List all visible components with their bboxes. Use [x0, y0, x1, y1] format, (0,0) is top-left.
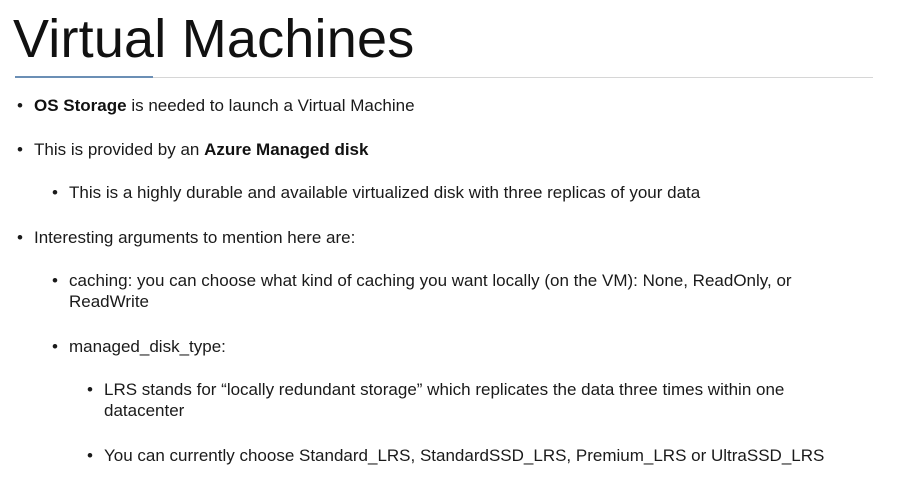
bullet-marker: •	[17, 96, 23, 115]
bullet-disk-options: You can currently choose Standard_LRS, S…	[104, 446, 825, 465]
bullet-managed-disk: This is provided by an Azure Managed dis…	[34, 139, 368, 160]
bullet-marker: •	[52, 337, 58, 356]
title-divider-accent	[15, 76, 153, 78]
bullet-marker: •	[87, 380, 93, 399]
bullet-caching-line2: ReadWrite	[69, 292, 149, 311]
bullet-caching-line1: caching: you can choose what kind of cac…	[69, 271, 792, 290]
bullet-text: is needed to launch a Virtual Machine	[126, 96, 415, 115]
bold-term: OS Storage	[34, 96, 127, 115]
bullet-managed-disk-type: managed_disk_type:	[69, 337, 226, 356]
bullet-lrs-line1: LRS stands for “locally redundant storag…	[104, 380, 785, 399]
bullet-interesting-args: Interesting arguments to mention here ar…	[34, 228, 356, 247]
bullet-text: This is provided by an	[34, 140, 205, 159]
bullet-durable-disk: This is a highly durable and available v…	[69, 183, 701, 202]
bullet-marker: •	[87, 446, 93, 465]
bullet-marker: •	[52, 183, 58, 202]
bold-term: Azure Managed disk	[204, 140, 369, 159]
slide-title: Virtual Machines	[13, 9, 415, 69]
bullet-marker: •	[17, 140, 23, 159]
bullet-marker: •	[52, 271, 58, 290]
bullet-marker: •	[17, 228, 23, 247]
bullet-os-storage: OS Storage is needed to launch a Virtual…	[34, 95, 415, 116]
bullet-lrs-line2: datacenter	[104, 401, 185, 420]
